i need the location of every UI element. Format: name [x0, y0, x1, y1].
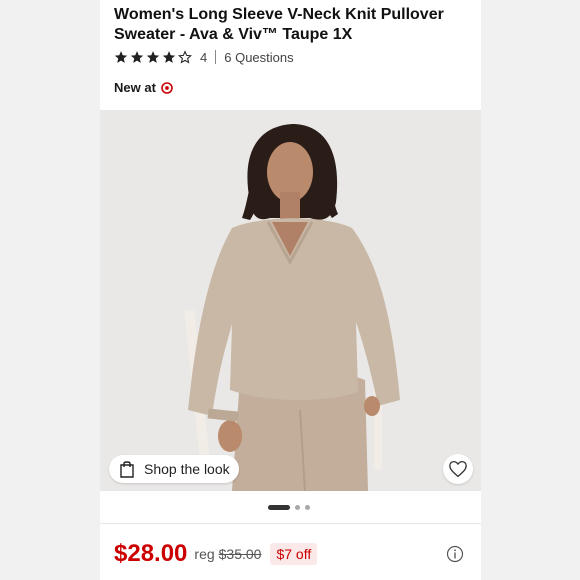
carousel-pagination	[268, 505, 310, 510]
shop-the-look-label: Shop the look	[144, 461, 230, 477]
heart-icon	[449, 460, 467, 478]
star-rating	[114, 50, 192, 64]
carousel-dot[interactable]	[295, 505, 300, 510]
current-price: $28.00	[114, 540, 188, 567]
star-filled-icon	[114, 51, 128, 63]
product-image-carousel[interactable]: Shop the look	[100, 110, 481, 491]
star-filled-icon	[146, 51, 160, 63]
star-empty-icon	[178, 50, 192, 64]
star-filled-icon	[162, 51, 176, 63]
favorite-button[interactable]	[443, 454, 473, 484]
rating-row[interactable]: 4 6 Questions	[114, 48, 294, 66]
discount-badge: $7 off	[270, 543, 318, 565]
regular-price: $35.00	[218, 546, 262, 562]
info-icon[interactable]	[446, 545, 464, 563]
shop-the-look-button[interactable]: Shop the look	[109, 455, 239, 483]
questions-link[interactable]: 6 Questions	[224, 50, 293, 65]
price-row: $28.00 reg $35.00 $7 off	[114, 540, 318, 568]
availability-label: New at	[114, 80, 156, 95]
product-photo	[100, 110, 481, 491]
divider	[215, 50, 217, 64]
star-filled-icon	[130, 51, 144, 63]
availability-row: New at	[114, 80, 173, 95]
target-logo-icon	[161, 81, 173, 94]
product-title: Women's Long Sleeve V-Neck Knit Pullover…	[114, 6, 444, 43]
rating-count[interactable]: 4	[200, 50, 207, 65]
carousel-dot-active[interactable]	[268, 505, 290, 510]
section-divider	[100, 523, 481, 524]
carousel-dot[interactable]	[305, 505, 310, 510]
shopping-bag-icon	[120, 461, 134, 478]
product-panel: Women's Long Sleeve V-Neck Knit Pullover…	[100, 0, 481, 580]
reg-label: reg	[194, 546, 215, 562]
